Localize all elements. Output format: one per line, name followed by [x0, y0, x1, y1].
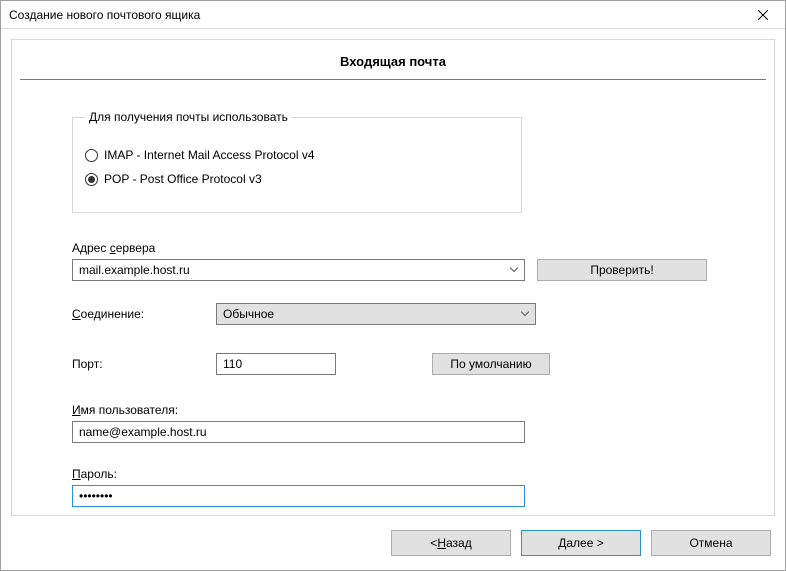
connection-label: Соединение:: [72, 307, 204, 321]
dialog-window: Создание нового почтового ящика Входящая…: [0, 0, 786, 571]
next-accel: Д: [558, 536, 566, 550]
server-address-value: mail.example.host.ru: [79, 263, 190, 277]
form-area: Для получения почты использовать IMAP - …: [12, 80, 774, 527]
password-label-suf: ароль:: [81, 467, 117, 481]
check-server-button[interactable]: Проверить!: [537, 259, 707, 281]
footer-buttons: < Назад Далее > Отмена: [391, 530, 771, 556]
page-title: Входящая почта: [12, 40, 774, 79]
connection-label-accel: С: [72, 307, 81, 321]
server-address-input[interactable]: mail.example.host.ru: [72, 259, 525, 281]
port-input[interactable]: [216, 353, 336, 375]
back-accel: Н: [437, 536, 446, 550]
chevron-down-icon: [521, 312, 529, 317]
content-panel: Входящая почта Для получения почты испол…: [11, 39, 775, 516]
connection-label-suf: оединение:: [81, 307, 144, 321]
username-label: Имя пользователя:: [72, 403, 714, 417]
close-button[interactable]: [743, 2, 783, 28]
password-input[interactable]: [72, 485, 525, 507]
cancel-button[interactable]: Отмена: [651, 530, 771, 556]
server-label-pre: Адрес: [72, 241, 110, 255]
server-label: Адрес сервера: [72, 241, 714, 255]
protocol-legend: Для получения почты использовать: [85, 110, 292, 124]
radio-icon: [85, 173, 98, 186]
port-label: Порт:: [72, 357, 204, 371]
radio-icon: [85, 149, 98, 162]
radio-pop-label: POP - Post Office Protocol v3: [104, 172, 262, 186]
back-arrow: <: [430, 536, 437, 550]
titlebar: Создание нового почтового ящика: [1, 1, 785, 29]
port-default-button[interactable]: По умолчанию: [432, 353, 550, 375]
server-label-suf: ервера: [116, 241, 156, 255]
protocol-fieldset: Для получения почты использовать IMAP - …: [72, 110, 522, 213]
username-input[interactable]: [72, 421, 525, 443]
chevron-down-icon: [510, 268, 518, 273]
radio-pop[interactable]: POP - Post Office Protocol v3: [85, 172, 509, 186]
password-label: Пароль:: [72, 467, 714, 481]
username-label-suf: мя пользователя:: [81, 403, 178, 417]
next-button[interactable]: Далее >: [521, 530, 641, 556]
next-suf: алее >: [566, 536, 603, 550]
window-title: Создание нового почтового ящика: [9, 8, 200, 22]
radio-imap-label: IMAP - Internet Mail Access Protocol v4: [104, 148, 315, 162]
password-label-accel: П: [72, 467, 81, 481]
back-button[interactable]: < Назад: [391, 530, 511, 556]
connection-select[interactable]: Обычное: [216, 303, 536, 325]
back-suf: азад: [446, 536, 472, 550]
username-label-accel: И: [72, 403, 81, 417]
connection-value: Обычное: [223, 307, 274, 321]
close-icon: [758, 10, 768, 20]
radio-imap[interactable]: IMAP - Internet Mail Access Protocol v4: [85, 148, 509, 162]
